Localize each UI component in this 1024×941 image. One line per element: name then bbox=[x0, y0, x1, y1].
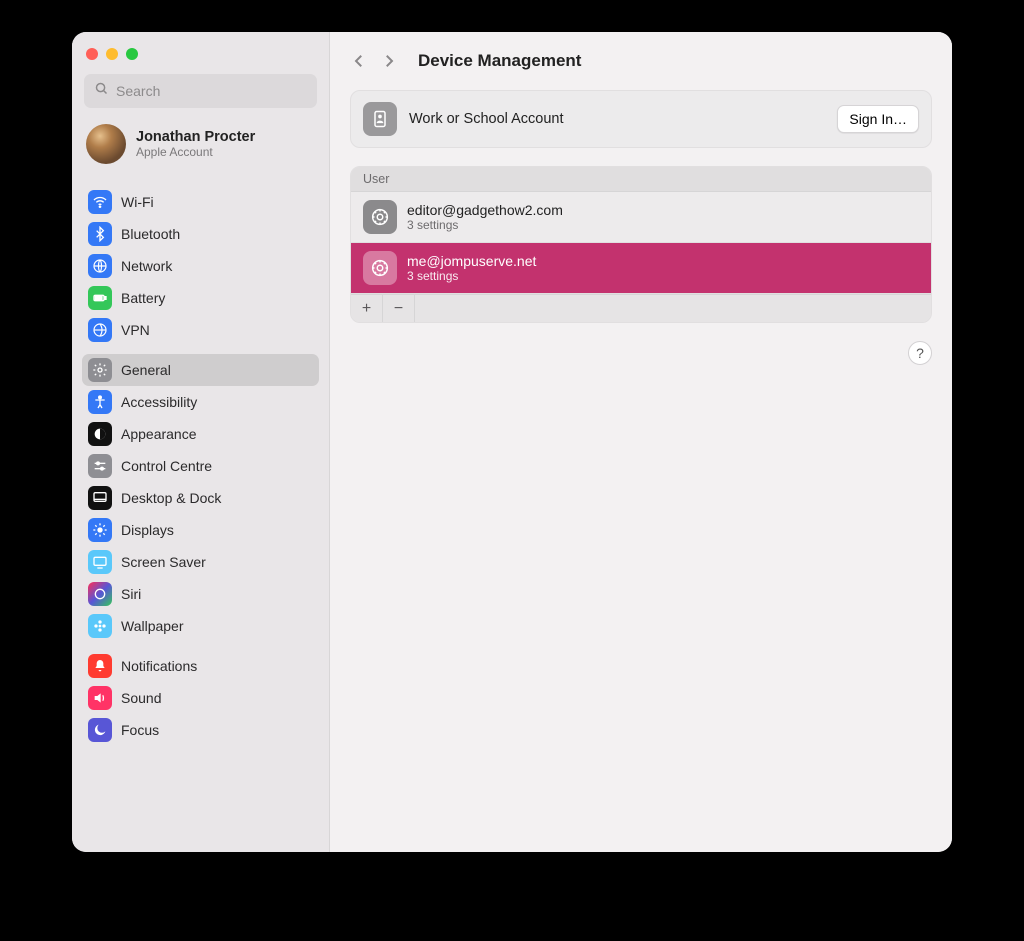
help-row: ? bbox=[350, 341, 932, 365]
main-panel: Device Management Work or School Account… bbox=[330, 32, 952, 852]
globe-icon bbox=[88, 254, 112, 278]
appearance-icon bbox=[88, 422, 112, 446]
work-school-card: Work or School Account Sign In… bbox=[350, 90, 932, 148]
add-user-button[interactable]: + bbox=[351, 295, 383, 323]
sidebar-item-label: Sound bbox=[121, 690, 161, 706]
search-box[interactable] bbox=[84, 74, 317, 108]
screensaver-icon bbox=[88, 550, 112, 574]
work-school-label: Work or School Account bbox=[409, 111, 563, 127]
sliders-icon bbox=[88, 454, 112, 478]
dock-icon bbox=[88, 486, 112, 510]
sidebar-item-label: Desktop & Dock bbox=[121, 490, 221, 506]
settings-window: Jonathan Procter Apple Account Wi-Fi Blu… bbox=[72, 32, 952, 852]
sidebar-item-label: Displays bbox=[121, 522, 174, 538]
sidebar-item-label: VPN bbox=[121, 322, 150, 338]
sidebar-item-displays[interactable]: Displays bbox=[82, 514, 319, 546]
help-button[interactable]: ? bbox=[908, 341, 932, 365]
sidebar-item-label: Siri bbox=[121, 586, 141, 602]
sidebar-group-network: Wi-Fi Bluetooth Network Battery VPN bbox=[82, 186, 319, 346]
sign-in-button[interactable]: Sign In… bbox=[837, 105, 919, 133]
sidebar-item-siri[interactable]: Siri bbox=[82, 578, 319, 610]
profile-gear-icon bbox=[363, 251, 397, 285]
user-row-sub: 3 settings bbox=[407, 269, 536, 283]
sidebar-item-wifi[interactable]: Wi-Fi bbox=[82, 186, 319, 218]
sidebar-item-bluetooth[interactable]: Bluetooth bbox=[82, 218, 319, 250]
sidebar-item-focus[interactable]: Focus bbox=[82, 714, 319, 746]
sidebar-item-label: Network bbox=[121, 258, 172, 274]
remove-user-button[interactable]: − bbox=[383, 295, 415, 323]
sidebar-item-label: Notifications bbox=[121, 658, 197, 674]
gear-icon bbox=[88, 358, 112, 382]
sidebar-item-screen-saver[interactable]: Screen Saver bbox=[82, 546, 319, 578]
sidebar-item-label: Screen Saver bbox=[121, 554, 206, 570]
sidebar-item-sound[interactable]: Sound bbox=[82, 682, 319, 714]
accessibility-icon bbox=[88, 390, 112, 414]
wifi-icon bbox=[88, 190, 112, 214]
topbar: Device Management bbox=[330, 32, 952, 90]
avatar bbox=[86, 124, 126, 164]
content: Work or School Account Sign In… User edi… bbox=[330, 90, 952, 385]
profile-gear-icon bbox=[363, 200, 397, 234]
sidebar-item-label: Appearance bbox=[121, 426, 197, 442]
vpn-icon bbox=[88, 318, 112, 342]
user-row-primary: editor@gadgethow2.com bbox=[407, 202, 563, 218]
sidebar-item-accessibility[interactable]: Accessibility bbox=[82, 386, 319, 418]
sidebar-item-appearance[interactable]: Appearance bbox=[82, 418, 319, 450]
back-button[interactable] bbox=[350, 52, 368, 70]
siri-icon bbox=[88, 582, 112, 606]
sidebar-item-label: Battery bbox=[121, 290, 165, 306]
account-sub: Apple Account bbox=[136, 145, 255, 159]
badge-icon bbox=[363, 102, 397, 136]
search-input[interactable] bbox=[116, 83, 307, 99]
bluetooth-icon bbox=[88, 222, 112, 246]
minimize-window-button[interactable] bbox=[106, 48, 118, 60]
sidebar-item-general[interactable]: General bbox=[82, 354, 319, 386]
sidebar-item-desktop-dock[interactable]: Desktop & Dock bbox=[82, 482, 319, 514]
sidebar-item-control-centre[interactable]: Control Centre bbox=[82, 450, 319, 482]
sidebar: Jonathan Procter Apple Account Wi-Fi Blu… bbox=[72, 32, 330, 852]
sidebar-item-label: Wallpaper bbox=[121, 618, 184, 634]
user-row-sub: 3 settings bbox=[407, 218, 563, 232]
sidebar-group-system: General Accessibility Appearance Control… bbox=[82, 354, 319, 642]
close-window-button[interactable] bbox=[86, 48, 98, 60]
sidebar-item-network[interactable]: Network bbox=[82, 250, 319, 282]
fullscreen-window-button[interactable] bbox=[126, 48, 138, 60]
battery-icon bbox=[88, 286, 112, 310]
sidebar-item-battery[interactable]: Battery bbox=[82, 282, 319, 314]
window-controls bbox=[82, 46, 319, 72]
account-name: Jonathan Procter bbox=[136, 129, 255, 145]
user-table-footer: + − bbox=[351, 294, 931, 322]
user-row[interactable]: editor@gadgethow2.com 3 settings bbox=[351, 192, 931, 243]
forward-button[interactable] bbox=[380, 52, 398, 70]
flower-icon bbox=[88, 614, 112, 638]
sidebar-item-notifications[interactable]: Notifications bbox=[82, 650, 319, 682]
sidebar-item-wallpaper[interactable]: Wallpaper bbox=[82, 610, 319, 642]
sun-icon bbox=[88, 518, 112, 542]
moon-icon bbox=[88, 718, 112, 742]
user-row[interactable]: me@jompuserve.net 3 settings bbox=[351, 243, 931, 294]
sidebar-item-vpn[interactable]: VPN bbox=[82, 314, 319, 346]
speaker-icon bbox=[88, 686, 112, 710]
search-icon bbox=[94, 81, 109, 101]
account-row[interactable]: Jonathan Procter Apple Account bbox=[82, 120, 319, 178]
bell-icon bbox=[88, 654, 112, 678]
sidebar-item-label: Focus bbox=[121, 722, 159, 738]
sidebar-group-alerts: Notifications Sound Focus bbox=[82, 650, 319, 746]
sidebar-item-label: Wi-Fi bbox=[121, 194, 154, 210]
user-table-heading: User bbox=[351, 167, 931, 192]
page-title: Device Management bbox=[418, 51, 581, 71]
user-row-primary: me@jompuserve.net bbox=[407, 253, 536, 269]
sidebar-item-label: Accessibility bbox=[121, 394, 197, 410]
sidebar-item-label: Control Centre bbox=[121, 458, 212, 474]
user-table: User editor@gadgethow2.com 3 settings bbox=[350, 166, 932, 323]
sidebar-item-label: General bbox=[121, 362, 171, 378]
sidebar-item-label: Bluetooth bbox=[121, 226, 180, 242]
